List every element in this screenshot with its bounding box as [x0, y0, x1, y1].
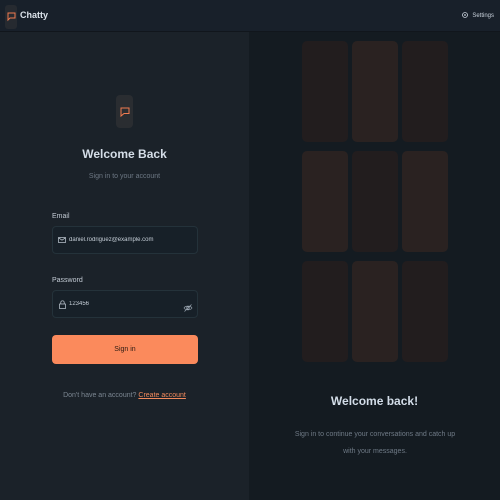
password-field[interactable]: [52, 290, 198, 318]
eye-off-icon[interactable]: [183, 300, 193, 312]
password-label: Password: [52, 277, 83, 284]
pattern-tile: [302, 261, 348, 362]
pattern-tile: [352, 261, 398, 362]
pattern-tile: [302, 151, 348, 252]
signup-row: Don't have an account? Create account: [0, 392, 249, 399]
settings-label: Settings: [472, 13, 494, 19]
pattern-tile: [352, 41, 398, 142]
pattern-tile: [352, 151, 398, 252]
promo-text: Sign in to continue your conversations a…: [294, 431, 456, 455]
lock-icon: [58, 300, 66, 309]
pattern-tile: [302, 41, 348, 142]
signup-prompt: Don't have an account?: [63, 392, 137, 399]
create-account-link[interactable]: Create account: [138, 392, 185, 399]
login-subtitle: Sign in to your account: [88, 173, 161, 180]
app-name[interactable]: Chatty: [20, 10, 48, 20]
email-label: Email: [52, 213, 70, 220]
gear-icon: [461, 11, 469, 21]
login-panel: Welcome Back Sign in to your account Ema…: [0, 32, 249, 500]
pattern-tile: [402, 151, 448, 252]
login-title: Welcome Back: [82, 147, 167, 161]
email-input[interactable]: [69, 237, 179, 243]
pattern-tile: [402, 261, 448, 362]
chat-bubble-icon[interactable]: [5, 5, 17, 29]
chat-bubble-icon: [116, 95, 133, 128]
password-input[interactable]: [69, 301, 179, 307]
promo-title: Welcome back!: [330, 394, 419, 408]
email-field[interactable]: [52, 226, 198, 254]
signin-button[interactable]: Sign in: [52, 335, 198, 364]
settings-button[interactable]: Settings: [461, 11, 494, 21]
pattern-tile: [402, 41, 448, 142]
top-navbar: Chatty Settings: [0, 0, 500, 32]
envelope-icon: [58, 236, 66, 244]
